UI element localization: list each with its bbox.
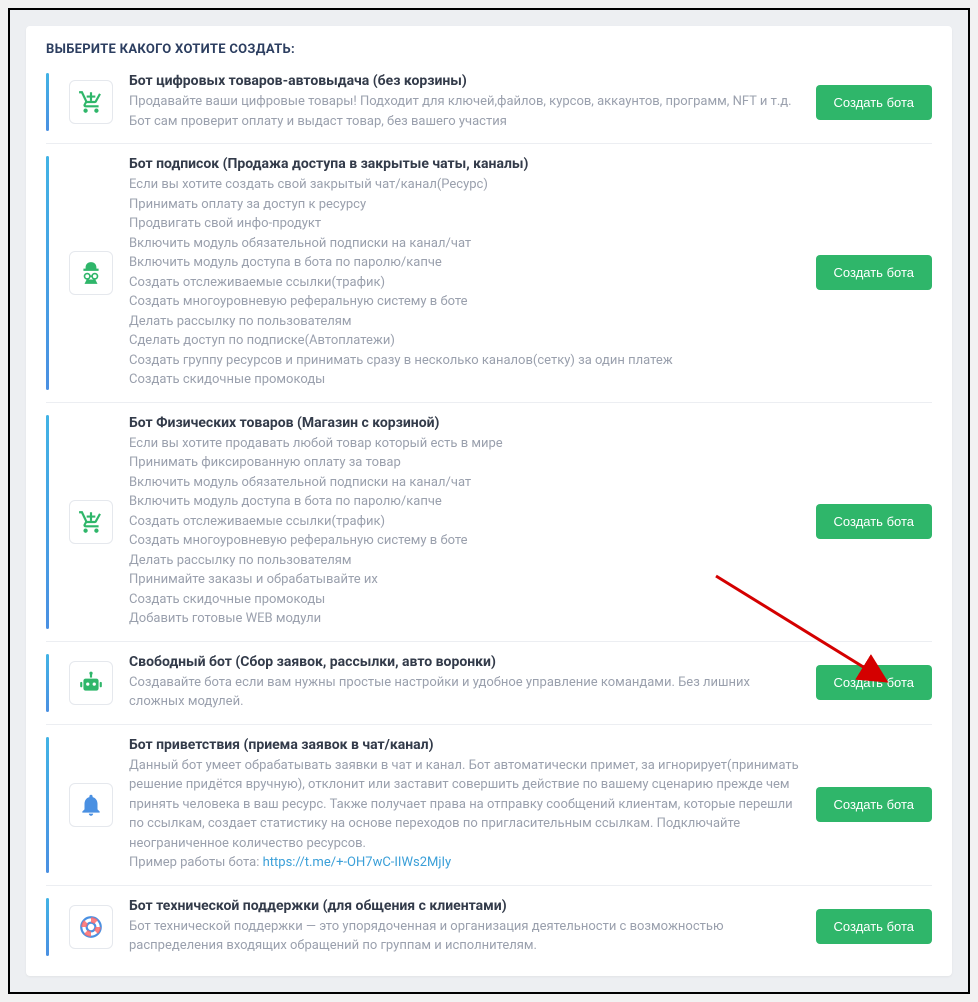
bot-type-item: Бот технической поддержки (для общения с… [46, 885, 932, 968]
item-title: Бот цифровых товаров-автовыдача (без кор… [129, 73, 800, 89]
description-line: Включить модуль доступа в бота по паролю… [129, 253, 800, 273]
create-bot-button[interactable]: Создать бота [816, 255, 932, 290]
example-line: Пример работы бота: https://t.me/+-OH7wC… [129, 853, 800, 873]
create-bot-button[interactable]: Создать бота [816, 909, 932, 944]
item-description: Продавайте ваши цифровые товары! Подходи… [129, 92, 800, 131]
accent-bar [46, 156, 49, 390]
create-bot-button[interactable]: Создать бота [816, 504, 932, 539]
description-line: Включить модуль обязательной подписки на… [129, 234, 800, 254]
description-line: Создать многоуровневую реферальную систе… [129, 531, 800, 551]
accent-bar [46, 737, 49, 873]
item-title: Бот технической поддержки (для общения с… [129, 898, 800, 914]
item-content: Бот цифровых товаров-автовыдача (без кор… [129, 73, 800, 131]
item-content: Бот технической поддержки (для общения с… [129, 898, 800, 956]
item-content: Бот приветствия (приема заявок в чат/кан… [129, 737, 800, 873]
robot-icon [69, 661, 113, 705]
create-bot-button[interactable]: Создать бота [816, 665, 932, 700]
item-content: Бот подписок (Продажа доступа в закрытые… [129, 156, 800, 390]
panel-heading: ВЫБЕРИТЕ КАКОГО ХОТИТЕ СОЗДАТЬ: [46, 42, 932, 57]
description-line: Создавайте бота если вам нужны простые н… [129, 673, 800, 712]
lifebuoy-icon [69, 905, 113, 949]
description-line: Бот технической поддержки — это упорядоч… [129, 917, 800, 956]
item-title: Свободный бот (Сбор заявок, рассылки, ав… [129, 654, 800, 670]
description-line: Добавить готовые WEB модули [129, 609, 800, 629]
create-bot-button[interactable]: Создать бота [816, 787, 932, 822]
bot-type-item: Свободный бот (Сбор заявок, рассылки, ав… [46, 641, 932, 724]
description-line: Создать отслеживаемые ссылки(трафик) [129, 273, 800, 293]
description-line: Если вы хотите продавать любой товар кот… [129, 434, 800, 454]
item-description: Если вы хотите продавать любой товар кот… [129, 434, 800, 629]
item-title: Бот Физических товаров (Магазин с корзин… [129, 415, 800, 431]
item-description: Создавайте бота если вам нужны простые н… [129, 673, 800, 712]
item-description: Данный бот умеет обрабатывать заявки в ч… [129, 756, 800, 873]
description-line: Создать группу ресурсов и принимать сраз… [129, 351, 800, 371]
item-description: Бот технической поддержки — это упорядоч… [129, 917, 800, 956]
item-title: Бот приветствия (приема заявок в чат/кан… [129, 737, 800, 753]
description-line: Создать скидочные промокоды [129, 370, 800, 390]
description-line: Принимайте заказы и обрабатывайте их [129, 570, 800, 590]
bot-type-panel: ВЫБЕРИТЕ КАКОГО ХОТИТЕ СОЗДАТЬ: Бот цифр… [26, 26, 952, 976]
description-line: Сделать доступ по подписке(Автоплатежи) [129, 331, 800, 351]
cart-icon [69, 80, 113, 124]
accent-bar [46, 898, 49, 956]
cart-icon [69, 500, 113, 544]
bot-type-item: Бот цифровых товаров-автовыдача (без кор… [46, 69, 932, 143]
accent-bar [46, 654, 49, 712]
bot-type-item: Бот приветствия (приема заявок в чат/кан… [46, 724, 932, 885]
description-line: Создать скидочные промокоды [129, 590, 800, 610]
create-bot-button[interactable]: Создать бота [816, 85, 932, 120]
bot-type-item: Бот подписок (Продажа доступа в закрытые… [46, 143, 932, 402]
description-line: Включить модуль обязательной подписки на… [129, 473, 800, 493]
description-line: Продавайте ваши цифровые товары! Подходи… [129, 92, 800, 131]
link-prefix: Пример работы бота: [129, 855, 263, 870]
description-line: Данный бот умеет обрабатывать заявки в ч… [129, 756, 800, 854]
bot-type-item: Бот Физических товаров (Магазин с корзин… [46, 402, 932, 641]
item-description: Если вы хотите создать свой закрытый чат… [129, 175, 800, 390]
description-line: Включить модуль доступа в бота по паролю… [129, 492, 800, 512]
description-line: Если вы хотите создать свой закрытый чат… [129, 175, 800, 195]
item-content: Свободный бот (Сбор заявок, рассылки, ав… [129, 654, 800, 712]
accent-bar [46, 415, 49, 629]
item-content: Бот Физических товаров (Магазин с корзин… [129, 415, 800, 629]
description-line: Создать многоуровневую реферальную систе… [129, 292, 800, 312]
description-line: Продвигать свой инфо-продукт [129, 214, 800, 234]
description-line: Принимать фиксированную оплату за товар [129, 453, 800, 473]
description-line: Создать отслеживаемые ссылки(трафик) [129, 512, 800, 532]
item-title: Бот подписок (Продажа доступа в закрытые… [129, 156, 800, 172]
spy-icon [69, 251, 113, 295]
example-link[interactable]: https://t.me/+-OH7wC-IIWs2MjIy [263, 855, 452, 870]
accent-bar [46, 73, 49, 131]
description-line: Принимать оплату за доступ к ресурсу [129, 195, 800, 215]
description-line: Делать рассылку по пользователям [129, 551, 800, 571]
bell-icon [69, 783, 113, 827]
description-line: Делать рассылку по пользователям [129, 312, 800, 332]
